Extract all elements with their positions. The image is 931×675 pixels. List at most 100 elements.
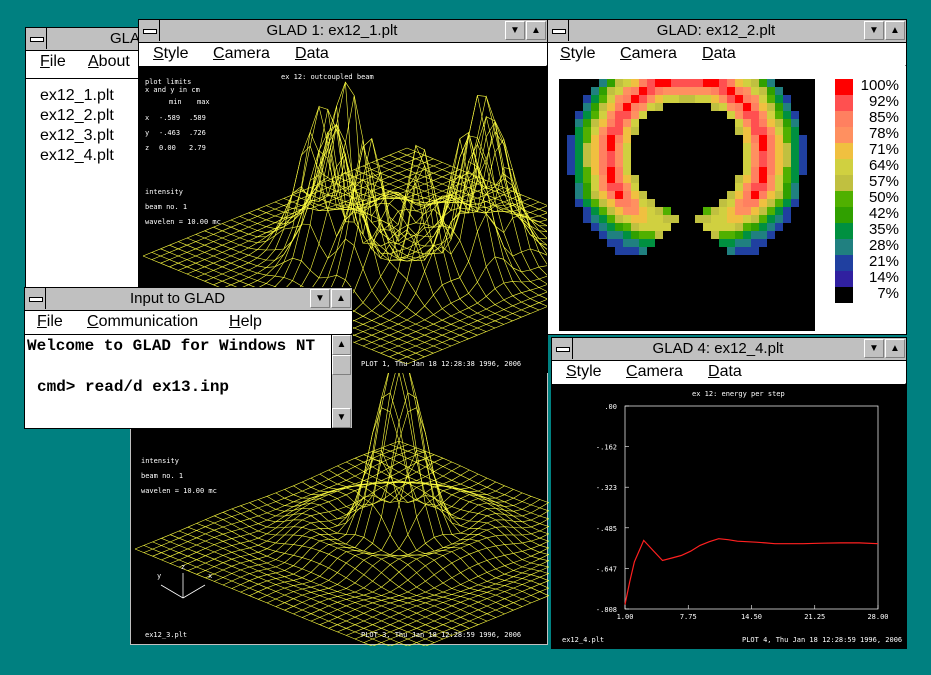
menu-camera[interactable]: Camera: [626, 361, 683, 383]
file-item-3[interactable]: ex12_3.plt: [40, 127, 114, 145]
contour-cell: [623, 151, 631, 159]
contour-cell: [783, 143, 791, 151]
input-title-bar[interactable]: Input to GLAD ▼ ▲: [25, 288, 352, 311]
contour-cell: [751, 215, 759, 223]
contour-cell: [623, 167, 631, 175]
contour-cell: [719, 207, 727, 215]
x-tick-label: 14.50: [741, 613, 762, 621]
contour-cell: [727, 215, 735, 223]
minimize-button[interactable]: ▼: [864, 21, 884, 40]
system-menu-icon[interactable]: [548, 20, 569, 41]
axes-triad-icon: [160, 573, 206, 599]
contour-cell: [783, 127, 791, 135]
menu-style[interactable]: Style: [153, 43, 189, 65]
contour-cell: [623, 79, 631, 87]
contour-cell: [639, 79, 647, 87]
plot2-title-bar[interactable]: GLAD: ex12_2.plt ▼ ▲: [548, 20, 906, 43]
contour-cell: [615, 119, 623, 127]
maximize-button[interactable]: ▲: [885, 339, 905, 358]
menu-camera[interactable]: Camera: [620, 43, 677, 65]
contour-cell: [751, 167, 759, 175]
contour-cell: [791, 135, 799, 143]
plot1-title-bar[interactable]: GLAD 1: ex12_1.plt ▼ ▲: [139, 20, 547, 43]
contour-cell: [735, 119, 743, 127]
menu-data[interactable]: Data: [708, 361, 742, 383]
menu-file[interactable]: File: [40, 51, 66, 73]
system-menu-icon[interactable]: [552, 338, 573, 359]
contour-cell: [743, 199, 751, 207]
menu-help[interactable]: Help: [229, 311, 262, 333]
contour-cell: [759, 215, 767, 223]
contour-cell: [607, 215, 615, 223]
maximize-button[interactable]: ▲: [885, 21, 905, 40]
menu-about[interactable]: About: [88, 51, 130, 73]
scroll-down-button[interactable]: ▼: [332, 408, 351, 428]
contour-cell: [631, 119, 639, 127]
contour-cell: [783, 151, 791, 159]
contour-cell: [751, 223, 759, 231]
contour-cell: [751, 151, 759, 159]
file-item-4[interactable]: ex12_4.plt: [40, 147, 114, 165]
contour-cell: [791, 119, 799, 127]
glad-main-window[interactable]: GLAD File About ex12_1.plt ex12_2.plt ex…: [25, 27, 145, 292]
color-legend: 100% 92% 85% 78% 71% 64% 57% 50% 42% 35% 28% 21% 14%…: [835, 78, 901, 305]
contour-cell: [735, 183, 743, 191]
menu-camera[interactable]: Camera: [213, 43, 270, 65]
contour-cell: [743, 207, 751, 215]
minimize-button[interactable]: ▼: [505, 21, 525, 40]
contour-cell: [775, 159, 783, 167]
contour-cell: [775, 119, 783, 127]
file-item-1[interactable]: ex12_1.plt: [40, 87, 114, 105]
plot4-title-bar[interactable]: GLAD 4: ex12_4.plt ▼ ▲: [552, 338, 906, 361]
main-title-bar[interactable]: GLAD: [26, 28, 144, 51]
contour-cell: [767, 127, 775, 135]
contour-cell: [735, 231, 743, 239]
menu-communication[interactable]: Communication: [87, 311, 198, 333]
contour-cell: [791, 175, 799, 183]
contour-cell: [727, 87, 735, 95]
contour-cell: [623, 207, 631, 215]
contour-cell: [775, 223, 783, 231]
contour-cell: [775, 127, 783, 135]
console-area[interactable]: Welcome to GLAD for Windows NT cmd> read…: [25, 334, 352, 428]
menu-data[interactable]: Data: [295, 43, 329, 65]
contour-cell: [735, 79, 743, 87]
system-menu-icon[interactable]: [139, 20, 160, 41]
contour-cell: [759, 223, 767, 231]
contour-cell: [655, 95, 663, 103]
contour-cell: [743, 135, 751, 143]
contour-cell: [615, 127, 623, 135]
contour-cell: [791, 127, 799, 135]
contour-cell: [703, 87, 711, 95]
console-scrollbar[interactable]: ▲ ▼: [331, 335, 352, 428]
legend-label: 71%: [868, 141, 899, 158]
system-menu-icon[interactable]: [26, 28, 47, 49]
plot4-footer: PLOT 4, Thu Jan 18 12:28:59 1996, 2006: [742, 636, 902, 644]
contour-cell: [575, 151, 583, 159]
contour-cell: [791, 151, 799, 159]
menu-style[interactable]: Style: [566, 361, 602, 383]
contour-cell: [623, 159, 631, 167]
maximize-button[interactable]: ▲: [526, 21, 546, 40]
contour-cell: [719, 87, 727, 95]
input-window[interactable]: Input to GLAD ▼ ▲ File Communication Hel…: [24, 287, 353, 429]
minimize-button[interactable]: ▼: [864, 339, 884, 358]
plot1-min-header: min: [169, 98, 182, 106]
contour-cell: [639, 87, 647, 95]
scroll-up-button[interactable]: ▲: [332, 335, 351, 355]
file-item-2[interactable]: ex12_2.plt: [40, 107, 114, 125]
contour-cell: [631, 127, 639, 135]
menu-data[interactable]: Data: [702, 43, 736, 65]
menu-file[interactable]: File: [37, 311, 63, 333]
contour-cell: [719, 95, 727, 103]
menu-style[interactable]: Style: [560, 43, 596, 65]
scroll-thumb[interactable]: [332, 355, 351, 375]
contour-cell: [575, 135, 583, 143]
plot2-window[interactable]: GLAD: ex12_2.plt ▼ ▲ Style Camera Data 1…: [547, 19, 907, 335]
maximize-button[interactable]: ▲: [331, 289, 351, 308]
contour-cell: [727, 199, 735, 207]
system-menu-icon[interactable]: [25, 288, 46, 309]
contour-cell: [607, 151, 615, 159]
plot4-window[interactable]: GLAD 4: ex12_4.plt ▼ ▲ Style Camera Data…: [551, 337, 907, 649]
minimize-button[interactable]: ▼: [310, 289, 330, 308]
